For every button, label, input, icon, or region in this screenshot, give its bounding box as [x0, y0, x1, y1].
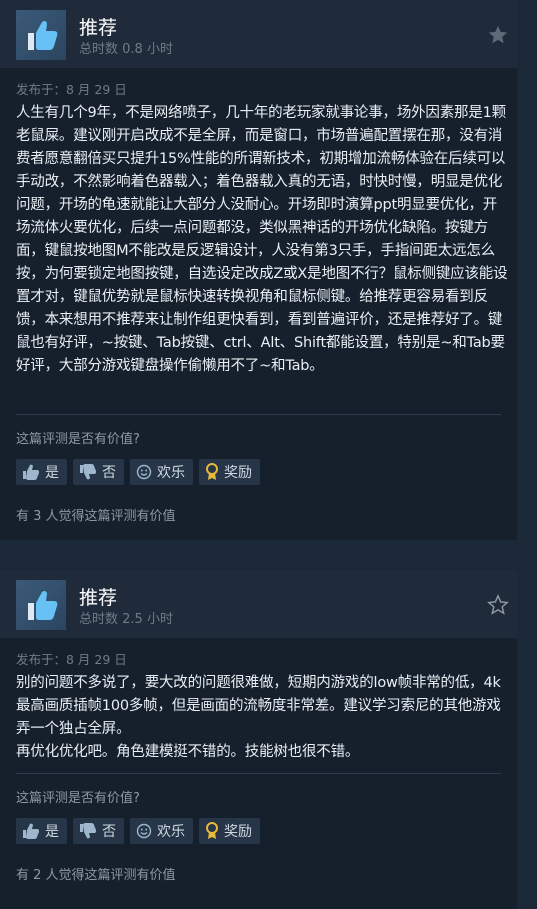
vote-funny-button[interactable]: 欢乐 — [130, 459, 193, 485]
review-body: 别的问题不多说了，要大改的问题很难做，短期内游戏的low帧非常的低，4k最高画质… — [16, 675, 501, 760]
helpful-count: 有 3 人觉得这篇评测有价值 — [16, 509, 176, 524]
recommendation-title: 推荐 — [79, 587, 118, 609]
smiley-icon — [136, 823, 152, 839]
helpful-question: 这篇评测是否有价值? — [16, 432, 140, 447]
divider — [16, 773, 501, 774]
recommended-thumb — [16, 580, 66, 630]
hours-played: 总时数 0.8 小时 — [79, 42, 173, 57]
divider — [16, 414, 501, 415]
vote-funny-label: 欢乐 — [157, 465, 185, 481]
helpful-count: 有 2 人觉得这篇评测有价值 — [16, 868, 176, 883]
vote-yes-button[interactable]: 是 — [16, 459, 67, 485]
hours-played: 总时数 2.5 小时 — [79, 612, 173, 627]
review-body: 人生有几个9年，不是网络喷子，几十年的老玩家就事论事，场外因素那是1颗老鼠屎。建… — [16, 105, 508, 374]
thumbs-up-icon — [23, 464, 39, 480]
helpful-question: 这篇评测是否有价值? — [16, 791, 140, 806]
review-card: 推荐 总时数 2.5 小时 发布于：8 月 29 日 别的问题不多说了，要大改的… — [0, 570, 517, 909]
thumbs-down-icon — [80, 823, 96, 839]
thumbs-down-icon — [80, 464, 96, 480]
vote-controls: 是 否 欢乐 奖励 — [16, 459, 260, 485]
vote-yes-button[interactable]: 是 — [16, 818, 67, 844]
thumbs-up-icon — [28, 590, 58, 620]
vote-yes-label: 是 — [45, 465, 59, 481]
star-icon[interactable] — [487, 594, 509, 616]
award-label: 奖励 — [224, 465, 252, 481]
vote-yes-label: 是 — [45, 824, 59, 840]
star-icon[interactable] — [487, 24, 509, 46]
award-icon — [206, 463, 218, 480]
vote-funny-label: 欢乐 — [157, 824, 185, 840]
review-header: 推荐 总时数 0.8 小时 — [0, 0, 517, 68]
vote-no-button[interactable]: 否 — [73, 459, 124, 485]
posted-date: 发布于：8 月 29 日 — [16, 652, 127, 667]
thumbs-up-icon — [28, 20, 58, 50]
award-button[interactable]: 奖励 — [199, 818, 260, 844]
smiley-icon — [136, 464, 152, 480]
award-icon — [206, 822, 218, 839]
vote-no-button[interactable]: 否 — [73, 818, 124, 844]
vote-no-label: 否 — [102, 465, 116, 481]
review-header: 推荐 总时数 2.5 小时 — [0, 570, 517, 638]
review-card: 推荐 总时数 0.8 小时 发布于：8 月 29 日 人生有几个9年，不是网络喷… — [0, 0, 517, 540]
vote-controls: 是 否 欢乐 奖励 — [16, 818, 260, 844]
thumbs-up-icon — [23, 823, 39, 839]
recommended-thumb — [16, 10, 66, 60]
recommendation-title: 推荐 — [79, 17, 118, 39]
award-label: 奖励 — [224, 824, 252, 840]
vote-no-label: 否 — [102, 824, 116, 840]
award-button[interactable]: 奖励 — [199, 459, 260, 485]
posted-date: 发布于：8 月 29 日 — [16, 82, 127, 97]
vote-funny-button[interactable]: 欢乐 — [130, 818, 193, 844]
